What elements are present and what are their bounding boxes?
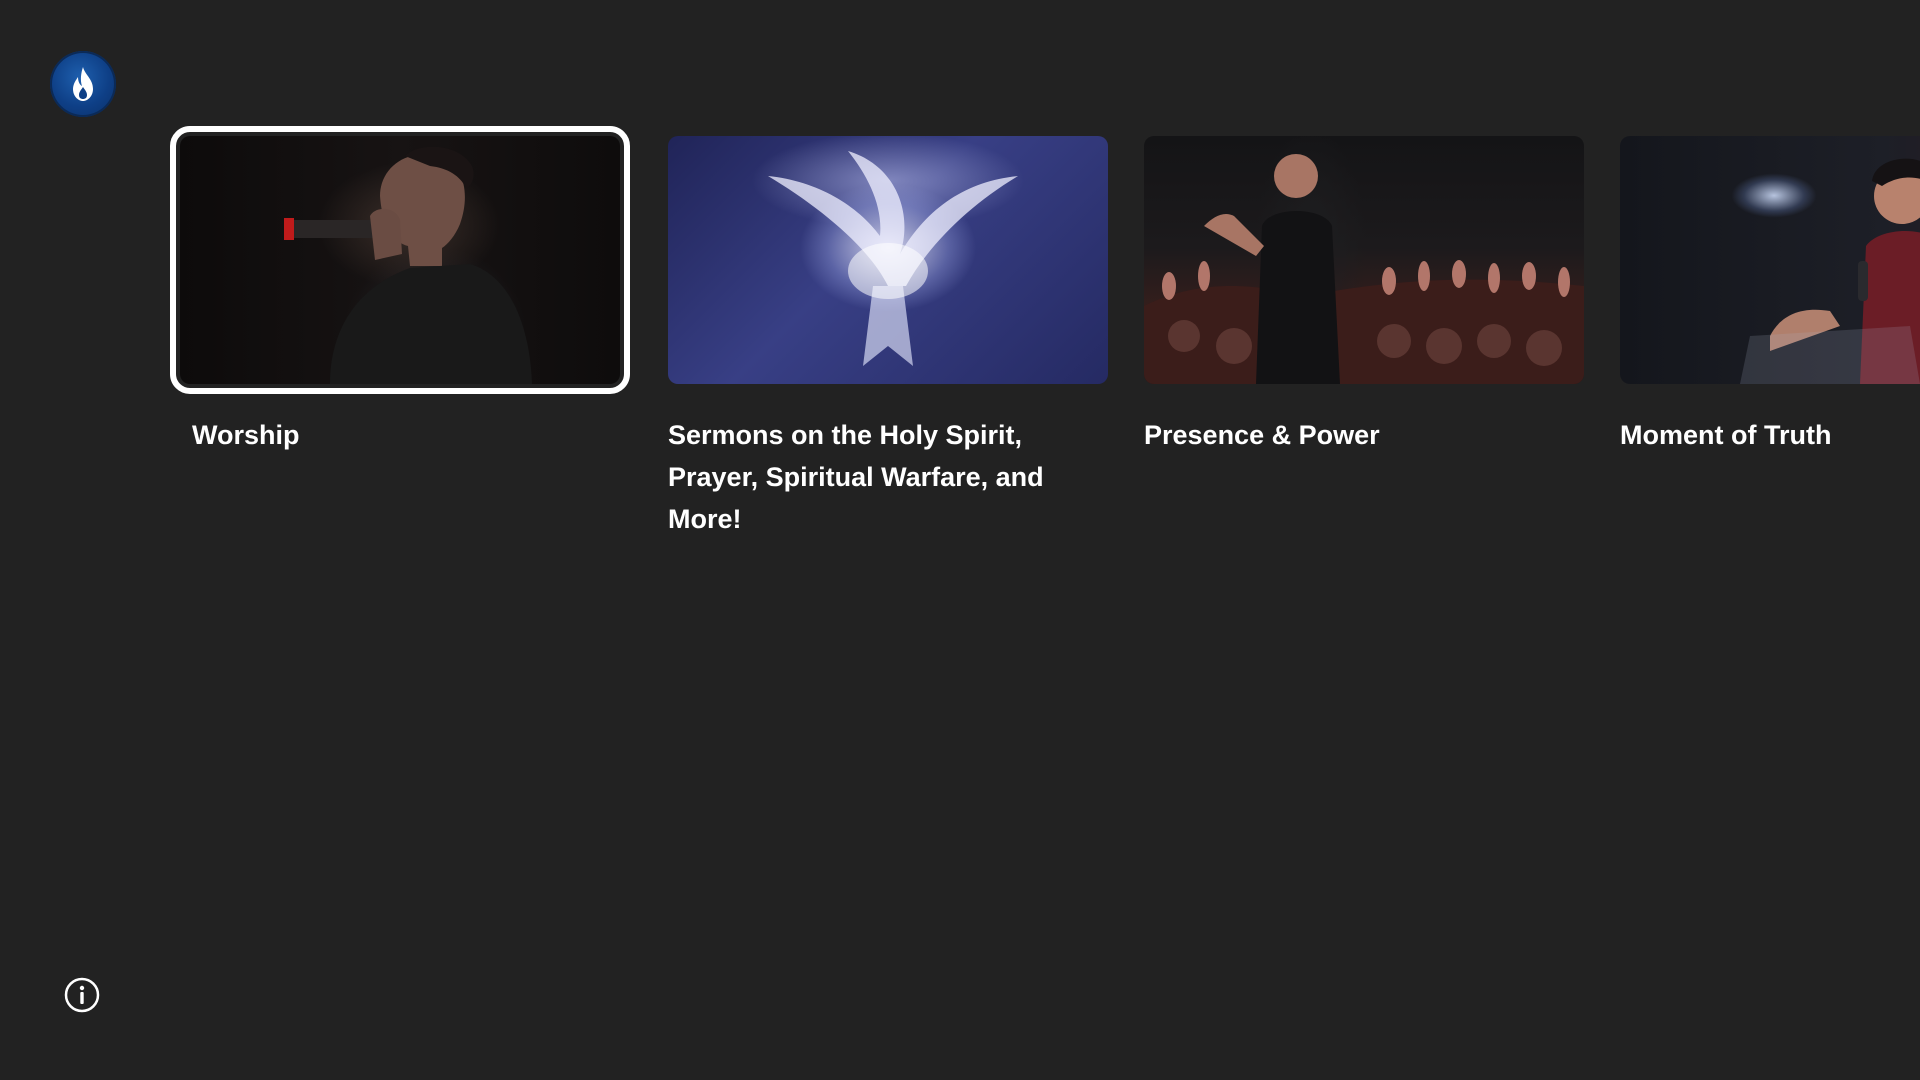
collection-card-holy-spirit-sermons[interactable]: Sermons on the Holy Spirit, Prayer, Spir… [668, 136, 1108, 540]
info-icon [64, 977, 100, 1013]
collections-row: Worship Sermons on the Holy Spirit, Pray… [0, 0, 1920, 600]
collection-card-presence-power[interactable]: Presence & Power [1144, 136, 1584, 456]
singer-with-microphone-image [284, 146, 532, 384]
glowing-dove-image [768, 151, 1018, 366]
thumbnail-holy-spirit [668, 136, 1108, 384]
preacher-with-crowd-image [1144, 154, 1584, 384]
collection-title: Sermons on the Holy Spirit, Prayer, Spir… [668, 420, 1044, 534]
info-button[interactable] [64, 977, 100, 1013]
tv-app-screen: Worship Sermons on the Holy Spirit, Pray… [0, 0, 1920, 1080]
collection-title: Moment of Truth [1620, 420, 1832, 450]
collection-card-worship[interactable]: Worship [170, 126, 630, 456]
thumbnail-moment-of-truth [1620, 136, 1920, 384]
collection-card-moment-of-truth[interactable]: Moment of Truth [1620, 136, 1920, 456]
thumbnail-presence-power [1144, 136, 1584, 384]
thumbnail-worship [170, 126, 630, 394]
collection-title: Presence & Power [1144, 420, 1380, 450]
speaker-with-microphone-image [1740, 158, 1920, 384]
collection-title: Worship [192, 420, 300, 450]
